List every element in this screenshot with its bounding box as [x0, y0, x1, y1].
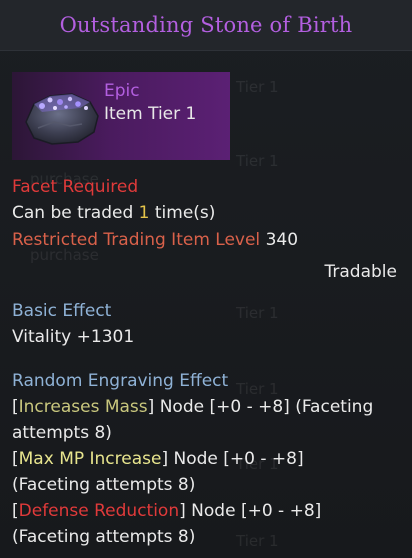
background-tier-label: Tier 1 — [236, 78, 279, 96]
bracket: [ — [12, 501, 19, 521]
restricted-label: Restricted Trading Item Level — [12, 230, 261, 250]
tooltip-header: Outstanding Stone of Birth — [0, 0, 412, 51]
engraving-line: [Increases Mass] Node [+0 - +8] (Facetin… — [12, 397, 373, 417]
engraving-line: [Defense Reduction] Node [+0 - +8] — [12, 501, 321, 521]
background-tier-label: Tier 1 — [236, 152, 279, 170]
restricted-level-line: Restricted Trading Item Level 340 — [12, 230, 298, 250]
tradable-status: Tradable — [324, 262, 397, 282]
engraving-detail: Node [+0 - +8] — [185, 501, 322, 521]
item-title: Outstanding Stone of Birth — [59, 13, 353, 37]
background-tier-label: Tier 1 — [236, 380, 279, 398]
facet-required: Facet Required — [12, 177, 139, 197]
engraving-name: Defense Reduction — [18, 501, 180, 521]
bracket: ] — [179, 501, 186, 521]
background-tier-label: Tier 1 — [236, 532, 279, 550]
engraving-detail: Node [+0 - +8] — [168, 449, 304, 469]
item-tooltip: Tier 1 Tier 1 purchase purchase Tier 1 T… — [0, 0, 412, 558]
item-grade: Epic — [104, 81, 140, 101]
trade-count-line: Can be traded 1 time(s) — [12, 203, 215, 223]
random-engraving-heading: Random Engraving Effect — [12, 371, 229, 391]
restricted-value: 340 — [265, 230, 299, 250]
basic-effect-value: Vitality +1301 — [12, 327, 135, 347]
engraving-line-continued: attempts 8) — [12, 423, 112, 443]
engraving-line: [Max MP Increase] Node [+0 - +8] — [12, 449, 304, 469]
item-tier: Item Tier 1 — [104, 104, 197, 124]
engraving-line-continued: (Faceting attempts 8) — [12, 527, 196, 547]
bracket: [ — [12, 449, 19, 469]
engraving-name: Increases Mass — [18, 397, 148, 417]
trade-suffix: time(s) — [154, 203, 216, 223]
bracket: [ — [12, 397, 19, 417]
basic-effect-heading: Basic Effect — [12, 301, 112, 321]
trade-prefix: Can be traded — [12, 203, 134, 223]
engraving-line-continued: (Faceting attempts 8) — [12, 475, 196, 495]
purple-stone-icon — [25, 93, 99, 145]
trade-count: 1 — [138, 203, 150, 223]
engraving-detail: Node [+0 - +8] (Faceting — [154, 397, 374, 417]
engraving-name: Max MP Increase — [18, 449, 162, 469]
background-tier-label: Tier 1 — [236, 304, 279, 322]
